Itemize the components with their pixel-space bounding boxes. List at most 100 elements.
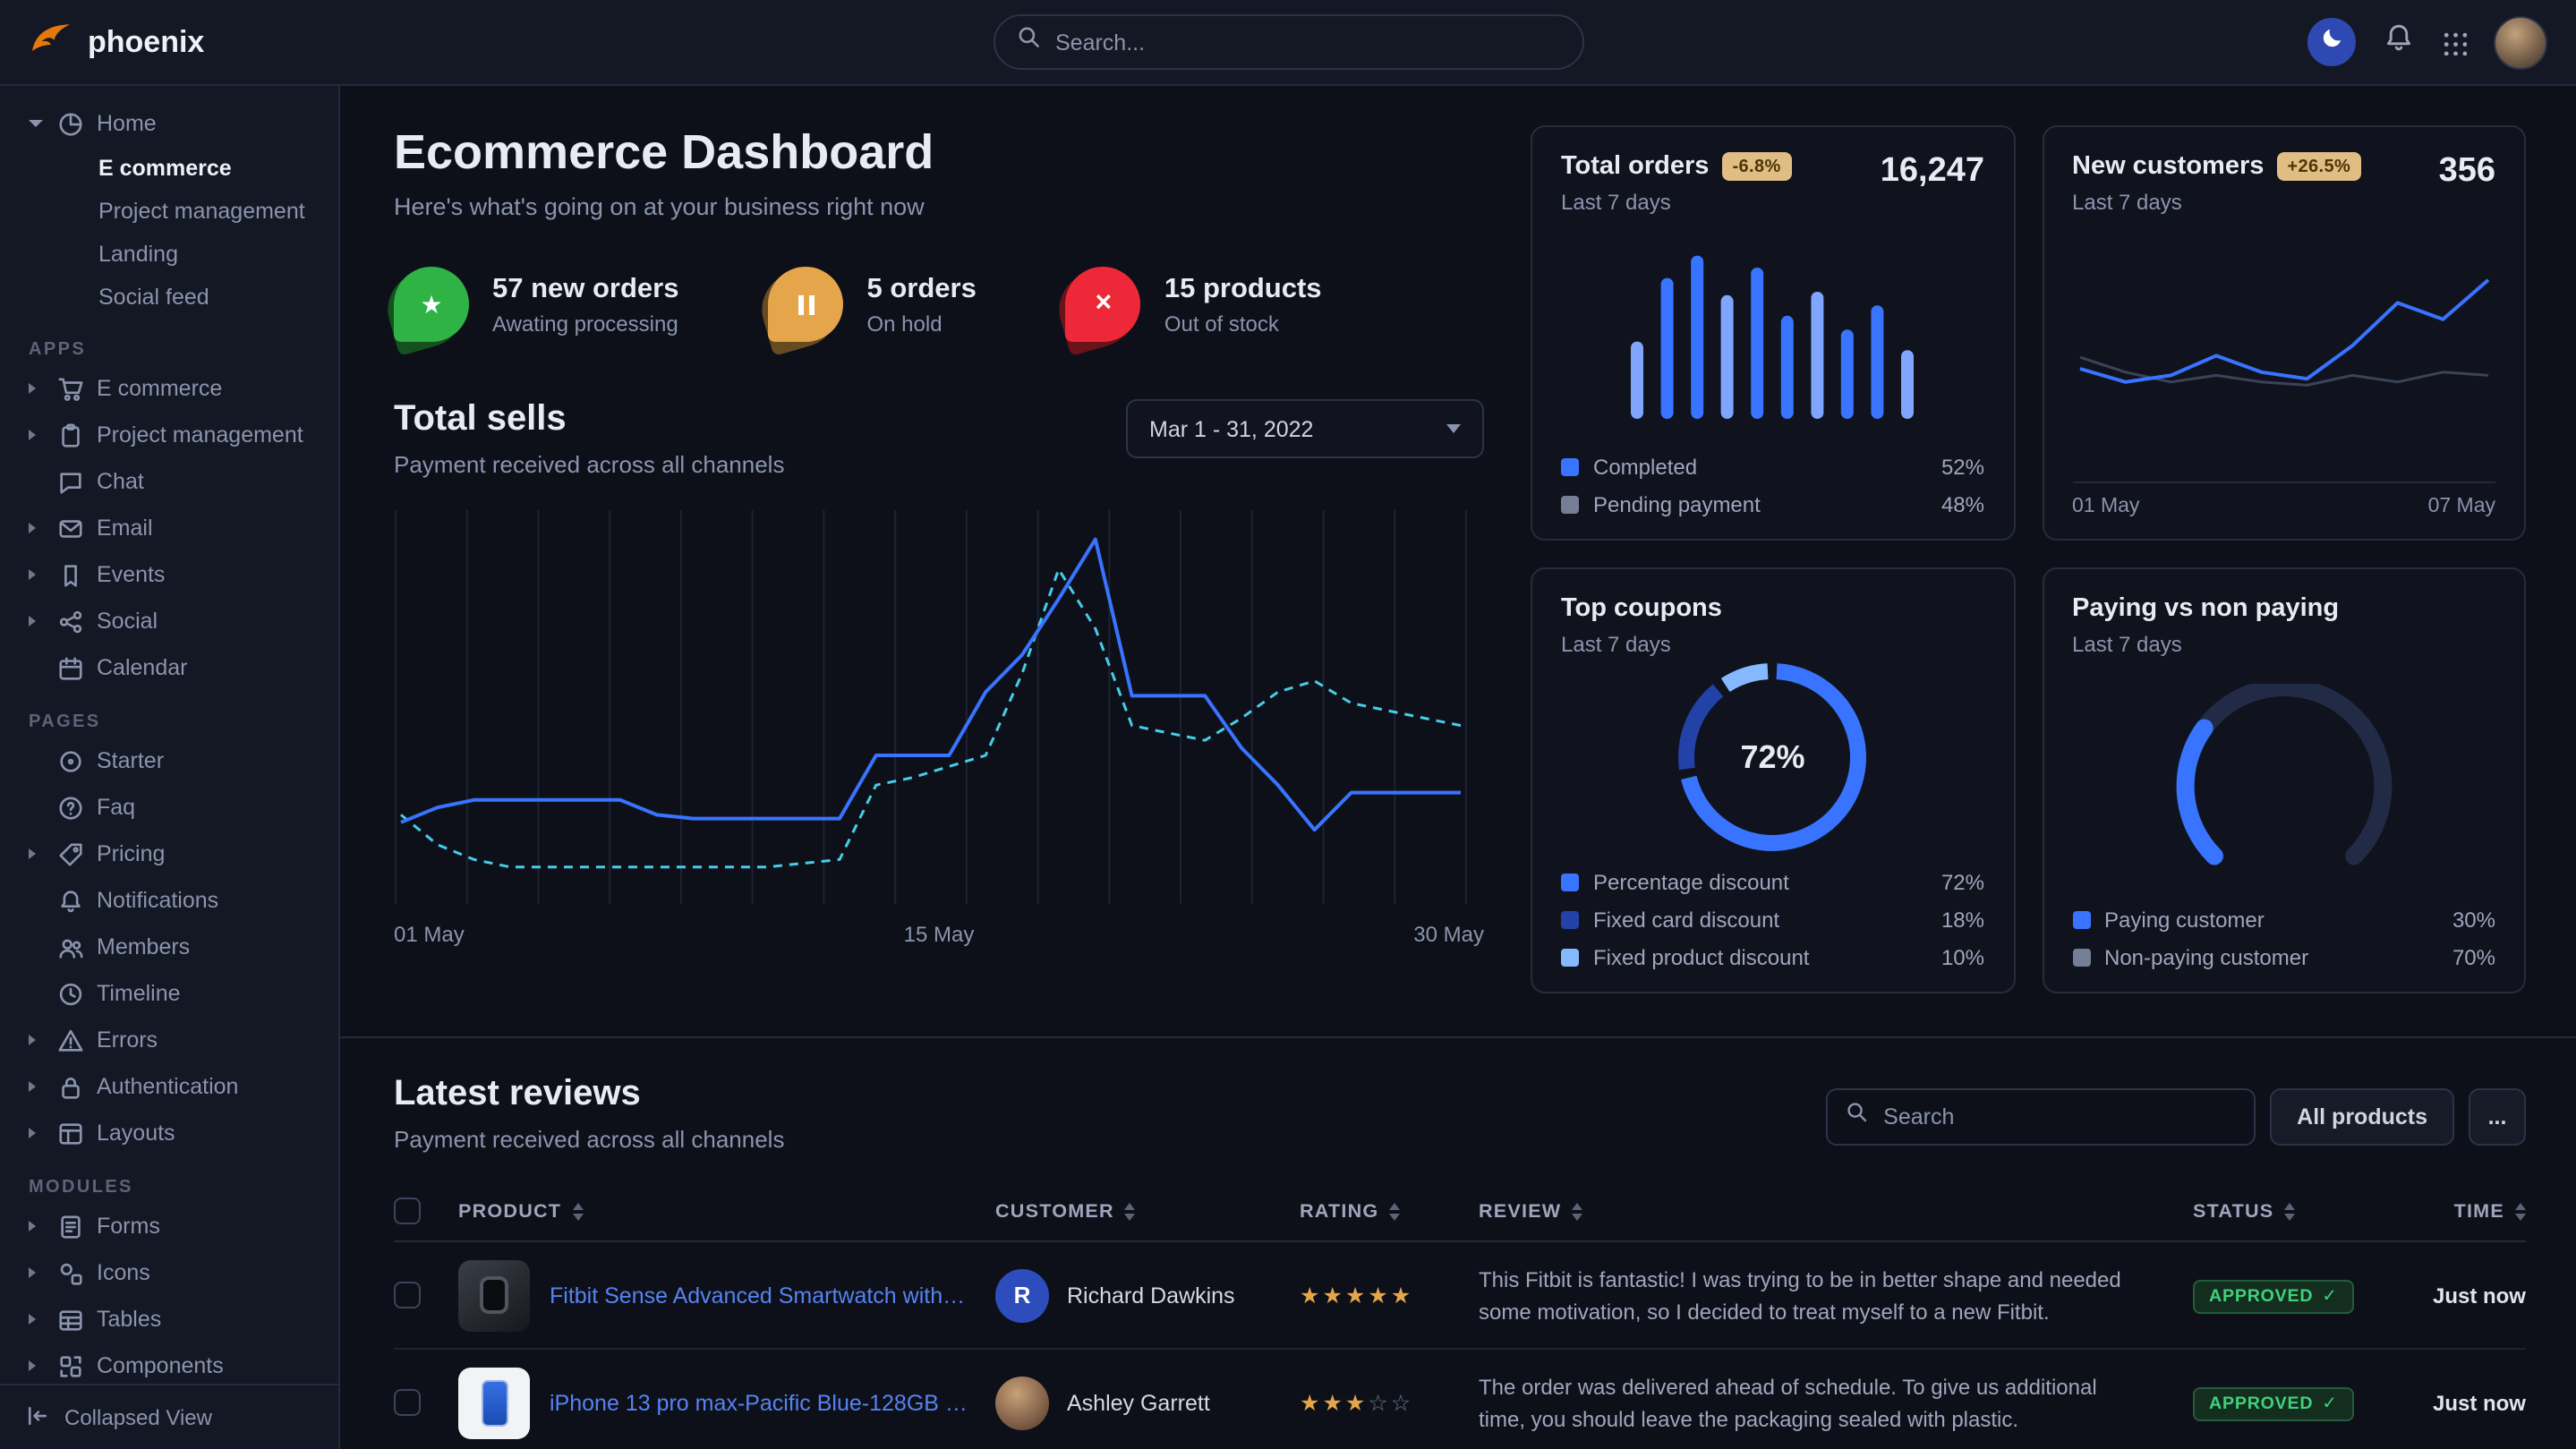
- sidebar-item-label: Events: [97, 562, 165, 587]
- card-period: Last 7 days: [1561, 190, 1792, 215]
- legend-value: 72%: [1941, 870, 1984, 895]
- sidebar-item-label: Notifications: [97, 888, 218, 913]
- components-puzzle-icon: [55, 1351, 84, 1380]
- check-icon: ✓: [2322, 1394, 2337, 1413]
- sidebar-item-timeline[interactable]: Timeline: [21, 970, 320, 1017]
- clock-icon: [55, 979, 84, 1008]
- trend-badge: +26.5%: [2276, 152, 2361, 181]
- sidebar-item-project-management[interactable]: Project management: [21, 412, 320, 458]
- sidebar-item-faq[interactable]: Faq: [21, 784, 320, 831]
- sidebar-item-label: Layouts: [97, 1121, 175, 1146]
- column-header-time[interactable]: TIME: [2393, 1200, 2526, 1222]
- sidebar-item-label: Calendar: [97, 655, 187, 680]
- sidebar-item-ecommerce[interactable]: E commerce: [21, 365, 320, 412]
- search-icon: [1846, 1101, 1869, 1133]
- column-header-rating[interactable]: RATING: [1300, 1200, 1479, 1222]
- column-header-status[interactable]: STATUS: [2193, 1200, 2393, 1222]
- sidebar-item-events[interactable]: Events: [21, 551, 320, 598]
- reviews-search[interactable]: [1826, 1088, 2256, 1146]
- chevron-spacer: [29, 661, 43, 675]
- sidebar-item-tables[interactable]: Tables: [21, 1296, 320, 1342]
- apps-menu-button[interactable]: [2442, 30, 2467, 55]
- reviews-title: Latest reviews: [394, 1074, 784, 1115]
- sidebar-item-social-feed[interactable]: Social feed: [21, 276, 320, 319]
- more-options-button[interactable]: ...: [2469, 1088, 2526, 1146]
- sidebar-item-label: Faq: [97, 795, 135, 820]
- layout-icon: [55, 1119, 84, 1147]
- column-header-product[interactable]: PRODUCT: [458, 1200, 995, 1222]
- status-badge: APPROVED✓: [2193, 1386, 2354, 1420]
- table-grid-icon: [55, 1305, 84, 1334]
- chevron-right-icon: [29, 614, 43, 628]
- sidebar-item-chat[interactable]: Chat: [21, 458, 320, 505]
- stat-caption: On hold: [867, 311, 977, 336]
- column-header-review[interactable]: REVIEW: [1479, 1200, 2193, 1222]
- chevron-spacer: [29, 986, 43, 1001]
- sidebar-item-social[interactable]: Social: [21, 598, 320, 644]
- select-all-checkbox[interactable]: [394, 1198, 421, 1224]
- sidebar-item-label: E commerce: [97, 376, 222, 401]
- theme-toggle-button[interactable]: [2307, 18, 2356, 66]
- x-tick: 30 May: [1413, 922, 1484, 947]
- sidebar-item-notifications[interactable]: Notifications: [21, 877, 320, 924]
- sidebar-item-starter[interactable]: Starter: [21, 737, 320, 784]
- row-checkbox[interactable]: [394, 1282, 421, 1308]
- sidebar-item-components[interactable]: Components: [21, 1342, 320, 1389]
- sidebar-item-project-management-dashboard[interactable]: Project management: [21, 190, 320, 233]
- chevron-right-icon: [29, 1312, 43, 1326]
- card-title: New customers: [2072, 152, 2264, 181]
- stat-value: 5 orders: [867, 273, 977, 305]
- chevron-spacer: [29, 940, 43, 954]
- sort-icon: [1125, 1202, 1136, 1220]
- reviews-search-input[interactable]: [1883, 1104, 2236, 1129]
- all-products-button[interactable]: All products: [2270, 1088, 2454, 1146]
- notifications-button[interactable]: [2383, 21, 2415, 63]
- sidebar-item-members[interactable]: Members: [21, 924, 320, 970]
- section-title-modules: MODULES: [29, 1178, 320, 1198]
- column-header-customer[interactable]: CUSTOMER: [995, 1200, 1300, 1222]
- sidebar-item-landing[interactable]: Landing: [21, 233, 320, 276]
- date-range-select[interactable]: Mar 1 - 31, 2022: [1126, 399, 1484, 458]
- app-root: phoenix: [0, 0, 2576, 1449]
- sidebar-item-pricing[interactable]: Pricing: [21, 831, 320, 877]
- sidebar-item-calendar[interactable]: Calendar: [21, 644, 320, 691]
- card-title: Paying vs non paying: [2072, 594, 2339, 623]
- paying-gauge-chart: [2072, 657, 2495, 895]
- user-avatar[interactable]: [2494, 15, 2547, 69]
- table-header-row: PRODUCT CUSTOMER RATING REVIEW STATUS TI…: [394, 1181, 2526, 1242]
- sidebar-item-home[interactable]: Home: [21, 100, 320, 147]
- global-search[interactable]: [993, 14, 1583, 70]
- trend-badge: -6.8%: [1721, 152, 1791, 181]
- sidebar-item-icons[interactable]: Icons: [21, 1249, 320, 1296]
- legend-label: Fixed product discount: [1593, 945, 1809, 970]
- sidebar-item-label: Members: [97, 934, 190, 959]
- brand-name: phoenix: [88, 24, 204, 60]
- sidebar-item-errors[interactable]: Errors: [21, 1017, 320, 1063]
- check-icon: ✓: [2322, 1286, 2337, 1306]
- donut-center-label: 72%: [1676, 661, 1870, 854]
- warning-triangle-icon: [55, 1026, 84, 1054]
- lock-icon: [55, 1072, 84, 1101]
- sidebar-item-label: Project management: [97, 422, 303, 447]
- review-text: The order was delivered ahead of schedul…: [1479, 1370, 2193, 1435]
- sidebar-item-forms[interactable]: Forms: [21, 1203, 320, 1249]
- chevron-right-icon: [29, 1359, 43, 1373]
- status-badge: APPROVED✓: [2193, 1279, 2354, 1313]
- search-icon: [1016, 25, 1041, 59]
- stat-caption: Awating processing: [492, 311, 679, 336]
- search-input[interactable]: [1055, 30, 1560, 55]
- row-checkbox[interactable]: [394, 1389, 421, 1416]
- sidebar-item-authentication[interactable]: Authentication: [21, 1063, 320, 1110]
- sidebar-item-layouts[interactable]: Layouts: [21, 1110, 320, 1156]
- sidebar-item-ecommerce-dashboard[interactable]: E commerce: [21, 147, 320, 190]
- brand-link[interactable]: phoenix: [29, 19, 204, 65]
- product-link[interactable]: Fitbit Sense Advanced Smartwatch with To…: [550, 1283, 970, 1308]
- sidebar-item-email[interactable]: Email: [21, 505, 320, 551]
- product-link[interactable]: iPhone 13 pro max-Pacific Blue-128GB sto…: [550, 1390, 970, 1415]
- sidebar-item-label: Pricing: [97, 841, 165, 866]
- chevron-spacer: [29, 754, 43, 768]
- collapse-sidebar-button[interactable]: Collapsed View: [0, 1384, 338, 1449]
- chevron-right-icon: [29, 1033, 43, 1047]
- sort-icon: [2515, 1202, 2526, 1220]
- legend-swatch: [2072, 911, 2090, 929]
